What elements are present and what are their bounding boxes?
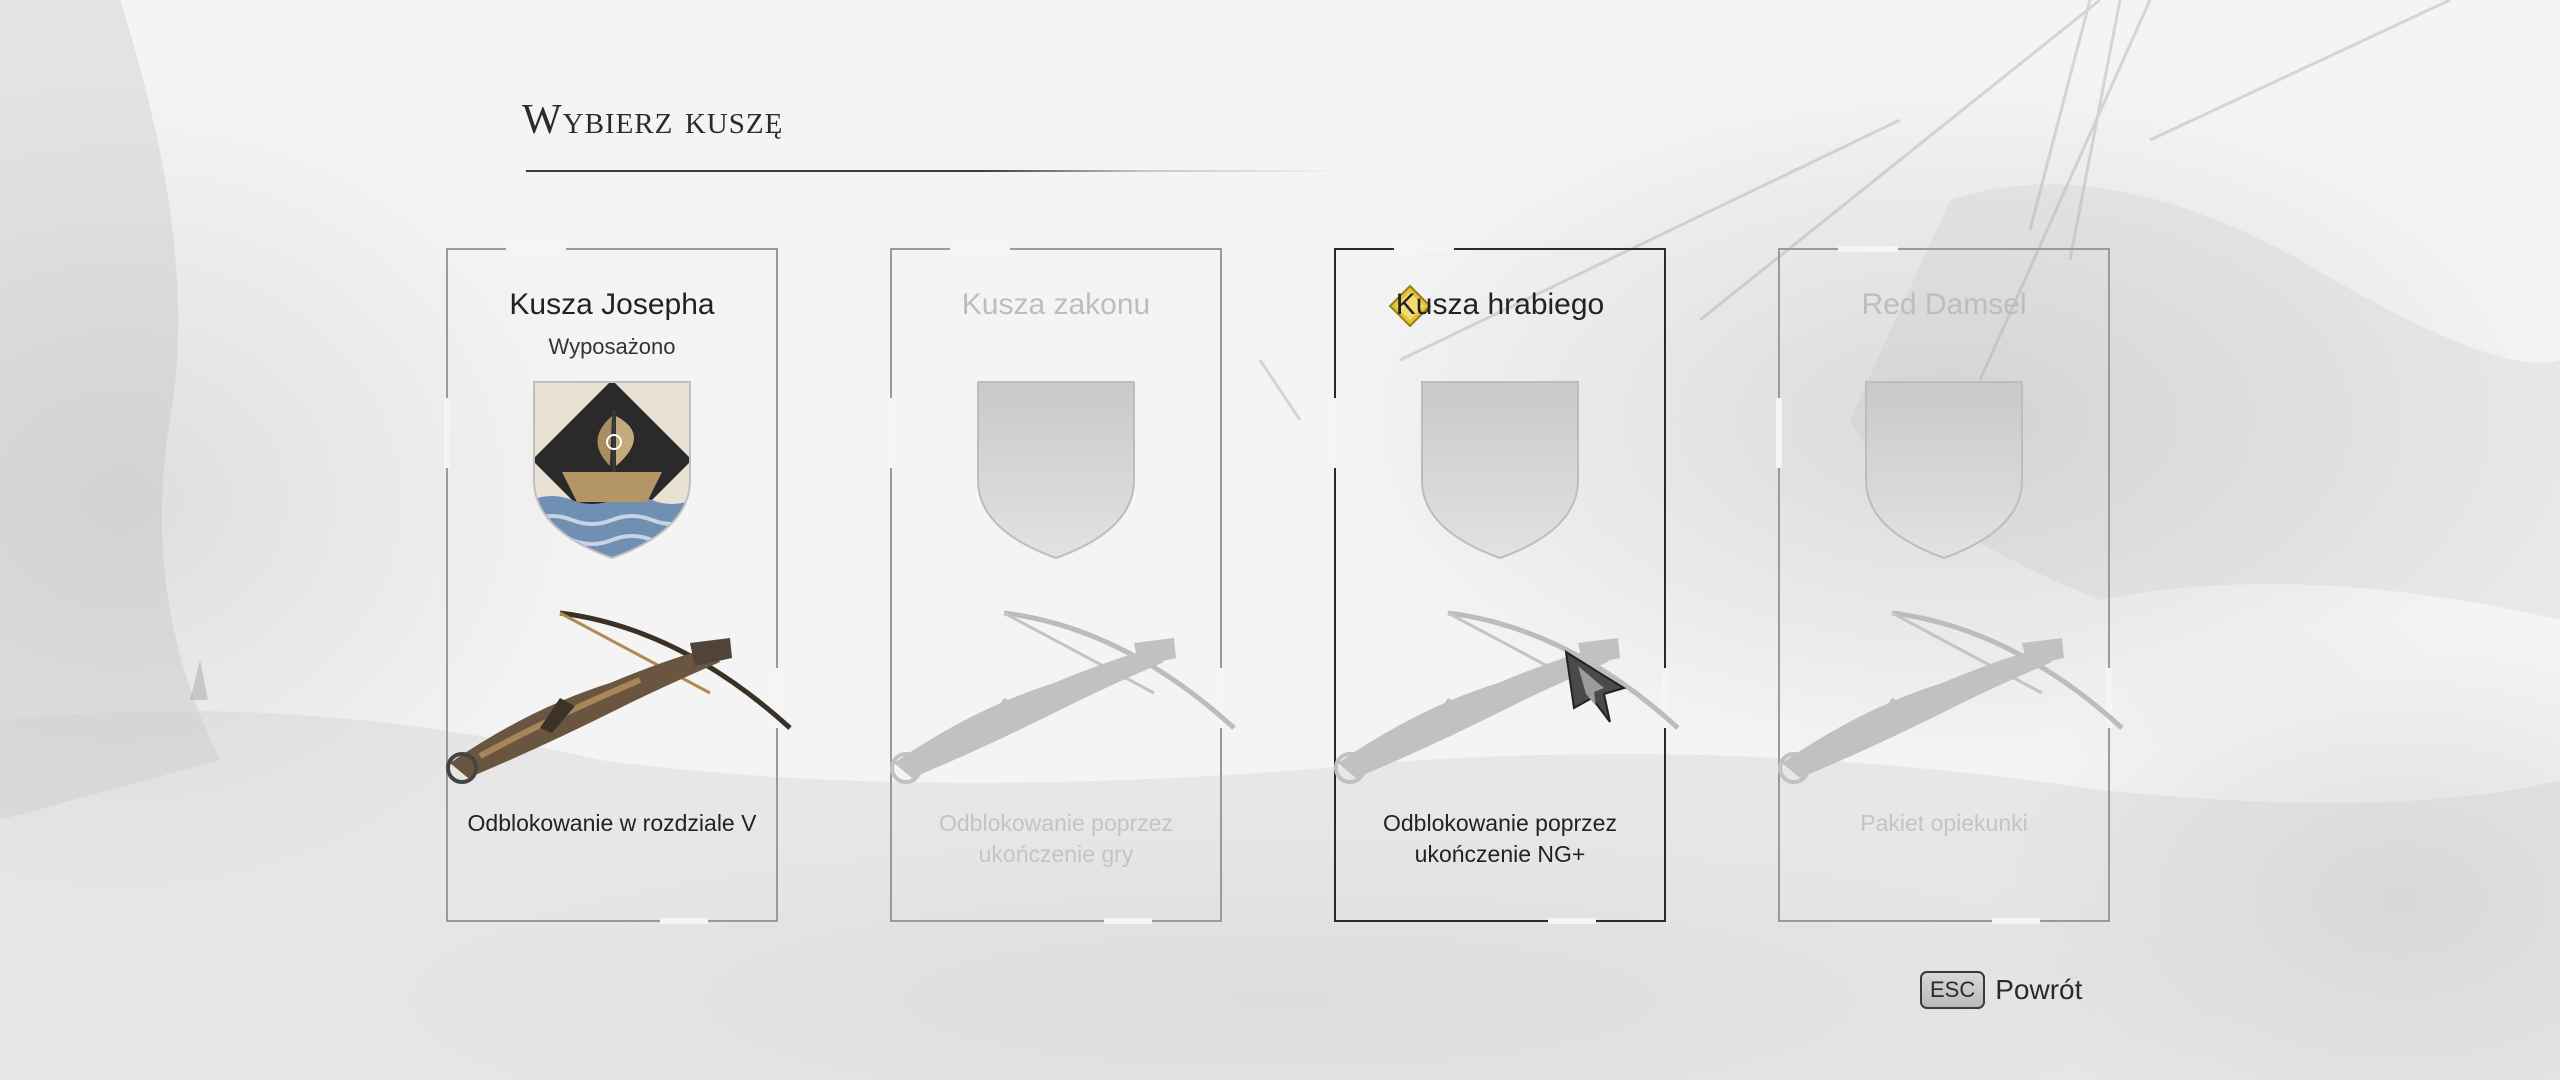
back-button[interactable]: ESC Powrót: [1920, 968, 2082, 1012]
title-divider: [526, 170, 1346, 172]
page-title: Wybierz kuszę: [522, 97, 784, 143]
blank-shield-icon: [1865, 381, 2023, 560]
esc-key-icon: ESC: [1920, 971, 1986, 1009]
unlock-description: Pakiet opiekunki: [1860, 810, 2028, 836]
equipped-status: Wyposażono: [548, 334, 676, 359]
crossbow-card-hrabiego[interactable]: Kusza hrabiego Odblokowanie poprzez ukoń…: [1332, 246, 1680, 924]
ship-crest-icon: [533, 381, 691, 560]
crossbow-name: Kusza hrabiego: [1395, 288, 1605, 321]
blank-shield-icon: [1421, 381, 1579, 560]
crossbow-card-josepha[interactable]: Kusza Josepha Wyposażono Odblokowanie w …: [444, 246, 792, 924]
blank-shield-icon: [977, 381, 1135, 560]
crossbow-card-red-damsel[interactable]: Red Damsel Pakiet opiekunki: [1776, 246, 2124, 924]
crossbow-silhouette: [1778, 610, 2124, 784]
new-game-plus-emblem-icon: [1564, 650, 1627, 723]
crossbow-name: Red Damsel: [1861, 288, 2027, 321]
crossbow-image: [446, 610, 792, 784]
unlock-description: Odblokowanie poprzez ukończenie gry: [939, 810, 1173, 867]
background-scene: [0, 0, 2560, 1080]
crossbow-silhouette: [1334, 610, 1680, 784]
crossbow-name: Kusza Josepha: [509, 288, 715, 321]
crossbow-name: Kusza zakonu: [961, 288, 1151, 321]
crossbow-card-zakonu[interactable]: Kusza zakonu Odblokowanie poprzez ukończ…: [888, 246, 1236, 924]
unlock-description: Odblokowanie poprzez ukończenie NG+: [1383, 810, 1617, 867]
back-label: Powrót: [1995, 974, 2083, 1005]
unlock-description: Odblokowanie w rozdziale V: [467, 810, 757, 836]
crossbow-silhouette: [890, 610, 1236, 784]
